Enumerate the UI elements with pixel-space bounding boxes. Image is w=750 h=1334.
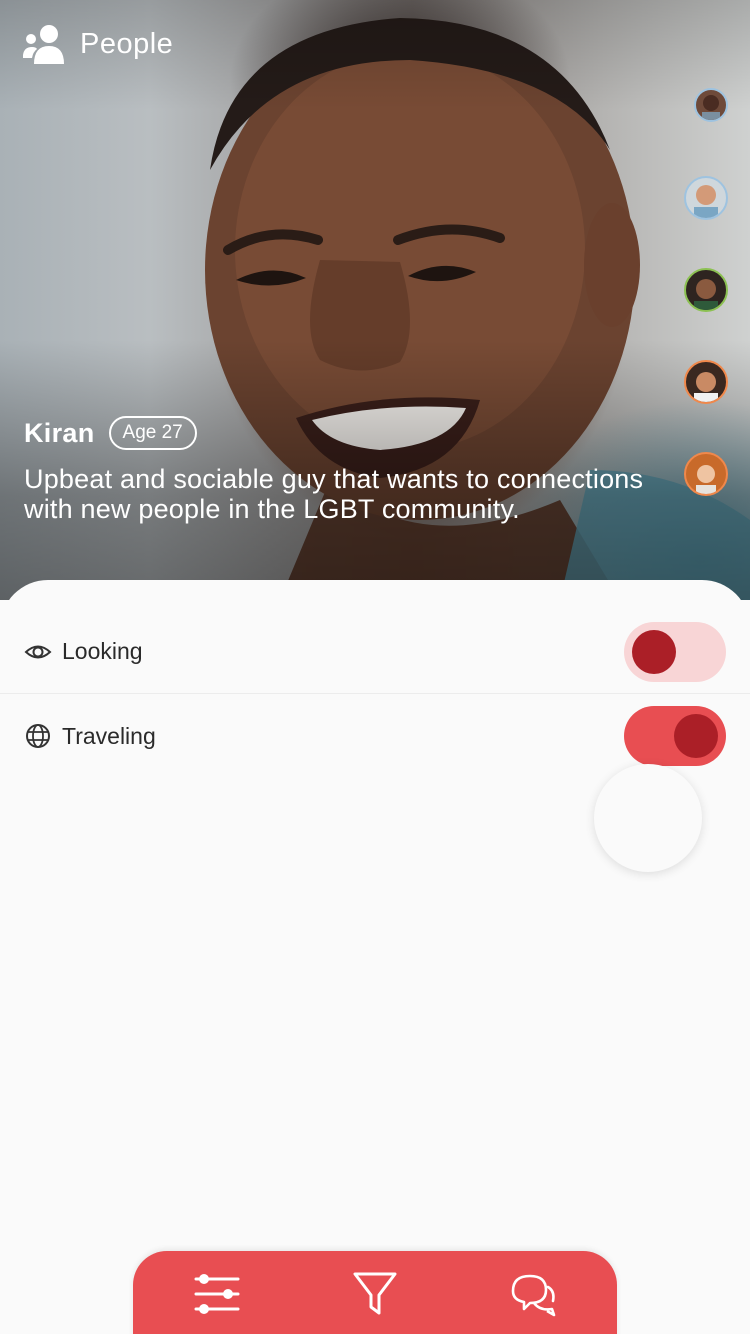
avatar-4[interactable] xyxy=(684,360,728,404)
avatar-1[interactable] xyxy=(694,88,728,122)
profile-info: Kiran Age 27 Upbeat and sociable guy tha… xyxy=(24,416,644,524)
profile-bio: Upbeat and sociable guy that wants to co… xyxy=(24,464,644,524)
filter-button[interactable] xyxy=(349,1269,401,1319)
setting-label-traveling: Traveling xyxy=(62,722,156,749)
setting-label-looking: Looking xyxy=(62,638,143,664)
app-header: People xyxy=(22,22,173,66)
filter-icon xyxy=(353,1272,397,1315)
eye-icon xyxy=(24,645,52,658)
avatar-2[interactable] xyxy=(684,176,728,220)
floating-action-button[interactable] xyxy=(594,764,702,872)
sliders-icon xyxy=(194,1274,240,1314)
traveling-toggle[interactable] xyxy=(624,706,726,766)
setting-row-looking: Looking xyxy=(0,610,750,694)
toggle-knob xyxy=(632,629,676,674)
page-title: People xyxy=(80,27,174,60)
sliders-button[interactable] xyxy=(191,1269,243,1319)
settings-sheet: Looking Traveling xyxy=(0,580,750,1334)
chat-icon xyxy=(511,1274,556,1317)
looking-toggle[interactable] xyxy=(624,621,726,682)
toggle-knob xyxy=(674,714,718,758)
avatar-3[interactable] xyxy=(684,268,728,312)
chat-button[interactable] xyxy=(507,1269,559,1319)
globe-icon xyxy=(26,724,50,748)
avatar-5[interactable] xyxy=(684,452,728,496)
age-badge: Age 27 xyxy=(108,416,197,450)
people-icon xyxy=(23,25,64,64)
bottom-bar xyxy=(133,1251,617,1334)
profile-name: Kiran xyxy=(24,417,95,448)
profile-hero: People Kiran Age 27 Upbeat and sociable … xyxy=(0,0,750,600)
